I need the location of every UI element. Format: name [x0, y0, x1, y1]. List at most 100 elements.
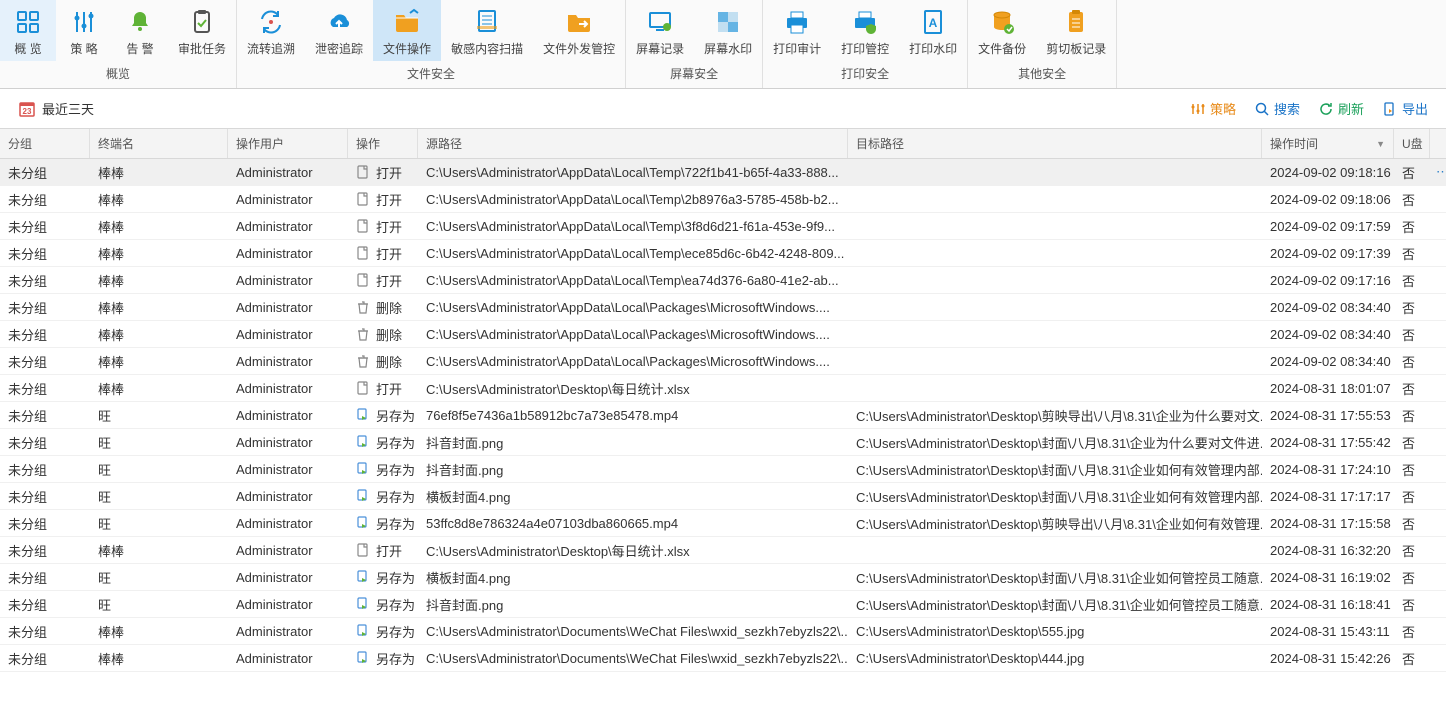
cell-op: 另存为 [348, 487, 418, 506]
ribbon-group: 文件备份剪切板记录其他安全 [968, 0, 1117, 88]
search-label: 搜索 [1274, 99, 1300, 118]
doc-a-icon: A [917, 6, 949, 38]
ribbon-screenwm-button[interactable]: 屏幕水印 [694, 0, 762, 61]
ribbon-policy-button[interactable]: 策 略 [56, 0, 112, 61]
cell-dst: C:\Users\Administrator\Desktop\剪映导出\八月\8… [848, 514, 1262, 533]
export-action[interactable]: 导出 [1382, 99, 1428, 118]
table-row[interactable]: 未分组棒棒Administrator打开C:\Users\Administrat… [0, 267, 1446, 294]
cell-group: 未分组 [0, 514, 90, 533]
cell-dst: C:\Users\Administrator\Desktop\封面\八月\8.3… [848, 568, 1262, 587]
ribbon-screenrec-button[interactable]: 屏幕记录 [626, 0, 694, 61]
cell-dst: C:\Users\Administrator\Desktop\剪映导出\八月\8… [848, 406, 1262, 425]
ribbon-sensitive-button[interactable]: 敏感内容扫描 [441, 0, 533, 61]
cell-terminal: 旺 [90, 406, 228, 425]
cell-group: 未分组 [0, 325, 90, 344]
ribbon-leak-button[interactable]: 泄密追踪 [305, 0, 373, 61]
cell-group: 未分组 [0, 541, 90, 560]
table-row[interactable]: 未分组棒棒Administrator打开C:\Users\Administrat… [0, 186, 1446, 213]
cell-time: 2024-08-31 17:55:42 [1262, 435, 1394, 450]
cell-time: 2024-08-31 17:55:53 [1262, 408, 1394, 423]
cell-op: 另存为 [348, 595, 418, 614]
ribbon-printaudit-button[interactable]: 打印审计 [763, 0, 831, 61]
policy-action[interactable]: 策略 [1190, 99, 1236, 118]
cell-terminal: 棒棒 [90, 379, 228, 398]
col-group[interactable]: 分组 [0, 129, 90, 158]
table-row[interactable]: 未分组棒棒Administrator删除C:\Users\Administrat… [0, 348, 1446, 375]
ribbon-overview-button[interactable]: 概 览 [0, 0, 56, 61]
cell-usb: 否 [1394, 325, 1430, 344]
table-row[interactable]: 未分组棒棒Administrator删除C:\Users\Administrat… [0, 321, 1446, 348]
table-row[interactable]: 未分组棒棒Administrator打开C:\Users\Administrat… [0, 537, 1446, 564]
cell-dst: C:\Users\Administrator\Desktop\555.jpg [848, 624, 1262, 639]
cell-usb: 否 [1394, 433, 1430, 452]
cell-dst: C:\Users\Administrator\Desktop\封面\八月\8.3… [848, 460, 1262, 479]
table-row[interactable]: 未分组旺Administrator另存为53ffc8d8e786324a4e07… [0, 510, 1446, 537]
table-row[interactable]: 未分组旺Administrator另存为横板封面4.pngC:\Users\Ad… [0, 483, 1446, 510]
cell-op: 另存为 [348, 433, 418, 452]
cell-user: Administrator [228, 543, 348, 558]
table-row[interactable]: 未分组棒棒Administrator另存为C:\Users\Administra… [0, 645, 1446, 672]
cell-usb: 否 [1394, 352, 1430, 371]
table-row[interactable]: 未分组棒棒Administrator打开C:\Users\Administrat… [0, 375, 1446, 402]
cell-time: 2024-08-31 17:15:58 [1262, 516, 1394, 531]
svg-text:A: A [929, 16, 938, 30]
ribbon-printctrl-button[interactable]: 打印管控 [831, 0, 899, 61]
col-terminal[interactable]: 终端名 [90, 129, 228, 158]
ribbon-approve-button[interactable]: 审批任务 [168, 0, 236, 61]
table-row[interactable]: 未分组旺Administrator另存为抖音封面.pngC:\Users\Adm… [0, 456, 1446, 483]
table-row[interactable]: 未分组棒棒Administrator另存为C:\Users\Administra… [0, 618, 1446, 645]
ribbon-outgoing-button[interactable]: 文件外发管控 [533, 0, 625, 61]
search-action[interactable]: 搜索 [1254, 99, 1300, 118]
cell-dst: C:\Users\Administrator\Desktop\444.jpg [848, 651, 1262, 666]
table-row[interactable]: 未分组旺Administrator另存为76ef8f5e7436a1b58912… [0, 402, 1446, 429]
ribbon-printwm-button[interactable]: A打印水印 [899, 0, 967, 61]
cell-usb: 否 [1394, 190, 1430, 209]
row-more-icon[interactable]: ⋯ [1430, 164, 1446, 180]
ribbon-clip-button[interactable]: 剪切板记录 [1036, 0, 1116, 61]
cell-user: Administrator [228, 651, 348, 666]
cell-user: Administrator [228, 489, 348, 504]
cell-terminal: 棒棒 [90, 325, 228, 344]
cell-user: Administrator [228, 462, 348, 477]
table-row[interactable]: 未分组旺Administrator另存为横板封面4.pngC:\Users\Ad… [0, 564, 1446, 591]
col-op[interactable]: 操作 [348, 129, 418, 158]
col-dst[interactable]: 目标路径 [848, 129, 1262, 158]
table-row[interactable]: 未分组棒棒Administrator打开C:\Users\Administrat… [0, 240, 1446, 267]
table-row[interactable]: 未分组旺Administrator另存为抖音封面.pngC:\Users\Adm… [0, 591, 1446, 618]
ribbon-btn-label: 文件外发管控 [543, 40, 615, 57]
ribbon-fileop-button[interactable]: 文件操作 [373, 0, 441, 61]
cell-op: 另存为 [348, 406, 418, 425]
ribbon-backup-button[interactable]: 文件备份 [968, 0, 1036, 61]
col-time[interactable]: 操作时间 [1262, 129, 1394, 158]
cell-src: C:\Users\Administrator\AppData\Local\Tem… [418, 246, 848, 261]
cell-dst: C:\Users\Administrator\Desktop\封面\八月\8.3… [848, 595, 1262, 614]
table-row[interactable]: 未分组旺Administrator另存为抖音封面.pngC:\Users\Adm… [0, 429, 1446, 456]
cell-time: 2024-08-31 17:24:10 [1262, 462, 1394, 477]
col-usb[interactable]: U盘 [1394, 129, 1430, 158]
date-filter[interactable]: 23 最近三天 [18, 99, 94, 118]
table-row[interactable]: 未分组棒棒Administrator删除C:\Users\Administrat… [0, 294, 1446, 321]
ribbon-trace-button[interactable]: 流转追溯 [237, 0, 305, 61]
svg-text:23: 23 [23, 107, 32, 116]
ribbon: 概 览策 略告 警审批任务概览流转追溯泄密追踪文件操作敏感内容扫描文件外发管控文… [0, 0, 1446, 89]
cell-usb: 否 [1394, 379, 1430, 398]
ribbon-btn-label: 屏幕水印 [704, 40, 752, 57]
cell-user: Administrator [228, 246, 348, 261]
col-user[interactable]: 操作用户 [228, 129, 348, 158]
table-row[interactable]: 未分组棒棒Administrator打开C:\Users\Administrat… [0, 159, 1446, 186]
cell-op: 另存为 [348, 514, 418, 533]
table-row[interactable]: 未分组棒棒Administrator打开C:\Users\Administrat… [0, 213, 1446, 240]
ribbon-alert-button[interactable]: 告 警 [112, 0, 168, 61]
cell-user: Administrator [228, 273, 348, 288]
col-src[interactable]: 源路径 [418, 129, 848, 158]
cell-src: C:\Users\Administrator\Desktop\每日统计.xlsx [418, 541, 848, 560]
date-filter-label: 最近三天 [42, 99, 94, 118]
refresh-action[interactable]: 刷新 [1318, 99, 1364, 118]
cell-usb: 否 [1394, 541, 1430, 560]
cell-usb: 否 [1394, 460, 1430, 479]
cell-user: Administrator [228, 624, 348, 639]
ribbon-btn-label: 打印审计 [773, 40, 821, 57]
cell-user: Administrator [228, 354, 348, 369]
cell-time: 2024-08-31 16:18:41 [1262, 597, 1394, 612]
ribbon-btn-label: 泄密追踪 [315, 40, 363, 57]
